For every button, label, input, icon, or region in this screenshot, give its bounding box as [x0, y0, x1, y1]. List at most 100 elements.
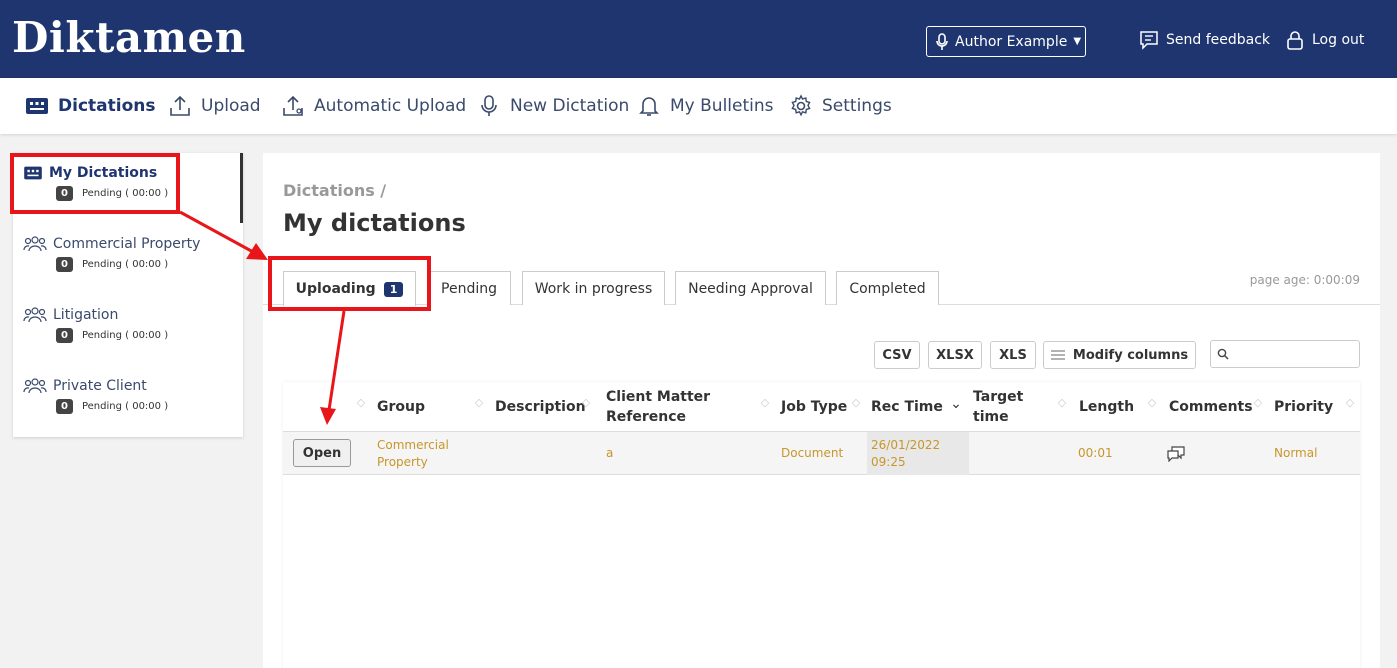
cell-length: 00:01	[1078, 446, 1113, 460]
column-header-rec-time[interactable]: Rec Time	[871, 382, 943, 432]
sidebar-item-litigation[interactable]: Litigation 0 Pending ( 00:00 )	[23, 307, 223, 367]
sidebar-item-commercial-property[interactable]: Commercial Property 0 Pending ( 00:00 )	[23, 236, 223, 296]
top-bar: Diktamen Author Example ▼ Send feedback …	[0, 0, 1397, 78]
nav-settings-label: Settings	[822, 96, 892, 116]
search-input[interactable]	[1233, 343, 1355, 365]
nav-automatic-upload-label: Automatic Upload	[314, 96, 467, 116]
nav-upload[interactable]: Upload	[168, 93, 261, 119]
nav-dictations[interactable]: Dictations	[25, 93, 155, 119]
microphone-icon	[481, 95, 497, 116]
sort-icon[interactable]: ◇	[1344, 397, 1356, 416]
sidebar-item-label: Commercial Property	[53, 236, 201, 252]
feedback-icon	[1140, 31, 1158, 50]
pending-text: Pending ( 00:00 )	[81, 259, 169, 270]
column-header-client-matter-reference[interactable]: Client Matter Reference	[606, 382, 756, 432]
export-xls-button[interactable]: XLS	[990, 341, 1036, 369]
sort-icon[interactable]: ◇	[1146, 397, 1158, 416]
open-button[interactable]: Open	[293, 439, 351, 467]
main-nav: Dictations Upload Automatic Upload New D…	[0, 78, 1397, 134]
sidebar-item-private-client[interactable]: Private Client 0 Pending ( 00:00 )	[23, 378, 223, 438]
cell-group: Commercial Property	[377, 437, 449, 469]
app-logo[interactable]: Diktamen	[12, 14, 246, 62]
gear-icon	[791, 94, 811, 117]
upload-icon	[170, 95, 190, 116]
sort-icon[interactable]: ◇	[473, 397, 485, 416]
comments-icon[interactable]	[1167, 445, 1185, 462]
group-icon	[23, 378, 47, 394]
export-xlsx-button[interactable]: XLSX	[928, 341, 982, 369]
column-header-target-time[interactable]: Target time	[973, 382, 1043, 432]
column-header-job-type[interactable]: Job Type	[781, 382, 847, 432]
count-badge: 0	[56, 257, 73, 272]
nav-new-dictation-label: New Dictation	[510, 96, 630, 116]
page-age-text: page age: 0:00:09	[1249, 273, 1360, 287]
column-header-priority[interactable]: Priority	[1274, 382, 1333, 432]
cell-client-matter-reference: a	[606, 446, 614, 460]
count-badge: 0	[56, 399, 73, 414]
tab-label: Work in progress	[534, 280, 653, 297]
lock-icon	[1287, 31, 1303, 50]
tab-label: Needing Approval	[688, 280, 813, 297]
caret-down-icon: ▼	[1073, 36, 1082, 47]
microphone-icon	[936, 32, 948, 50]
sort-icon[interactable]: ◇	[355, 397, 367, 416]
logout-label: Log out	[1312, 32, 1365, 48]
dictations-icon	[26, 98, 48, 114]
cell-priority: Normal	[1274, 446, 1318, 460]
modify-columns-button[interactable]: Modify columns	[1043, 341, 1196, 369]
cell-rec-time: 26/01/2022 09:25	[871, 437, 941, 469]
highlight-box-uploading-tab	[268, 256, 431, 311]
nav-my-bulletins-label: My Bulletins	[670, 96, 774, 116]
sort-icon[interactable]: ◇	[759, 397, 771, 416]
sidebar-scrollbar[interactable]	[240, 153, 243, 223]
logout-link[interactable]: Log out	[1285, 30, 1364, 50]
nav-dictations-label: Dictations	[58, 96, 156, 116]
main-panel: Dictations / My dictations page age: 0:0…	[263, 153, 1380, 668]
nav-automatic-upload[interactable]: Automatic Upload	[281, 93, 466, 119]
column-header-group[interactable]: Group	[377, 382, 425, 432]
nav-new-dictation[interactable]: New Dictation	[477, 93, 629, 119]
cell-comments[interactable]	[1167, 432, 1185, 475]
table-search[interactable]	[1210, 340, 1360, 368]
modify-columns-label: Modify columns	[1072, 347, 1189, 363]
author-label: Author Example	[955, 33, 1068, 50]
automatic-upload-icon	[283, 95, 303, 116]
pending-text: Pending ( 00:00 )	[81, 330, 169, 341]
tab-label: Completed	[849, 280, 926, 297]
nav-settings[interactable]: Settings	[789, 93, 892, 119]
send-feedback-link[interactable]: Send feedback	[1139, 30, 1270, 50]
column-header-description[interactable]: Description	[495, 382, 586, 432]
column-header-length[interactable]: Length	[1079, 382, 1134, 432]
nav-my-bulletins[interactable]: My Bulletins	[637, 93, 774, 119]
sidebar-item-label: Private Client	[53, 378, 147, 394]
sort-descending-icon[interactable]: ⌄	[950, 397, 962, 418]
sort-icon[interactable]: ◇	[580, 397, 592, 416]
table-row[interactable]: Open Commercial Property a Document 26/0…	[283, 432, 1360, 475]
sidebar-item-label: Litigation	[53, 307, 119, 323]
group-icon	[23, 307, 47, 323]
page-title: My dictations	[283, 209, 466, 237]
tab-pending[interactable]: Pending	[427, 271, 511, 305]
sort-icon[interactable]: ◇	[1252, 397, 1264, 416]
sort-icon[interactable]: ◇	[850, 397, 862, 416]
tab-work-in-progress[interactable]: Work in progress	[522, 271, 665, 305]
export-csv-button[interactable]: CSV	[874, 341, 920, 369]
tab-label: Pending	[441, 280, 497, 297]
send-feedback-label: Send feedback	[1166, 32, 1271, 48]
column-header-comments[interactable]: Comments	[1169, 382, 1253, 432]
search-icon	[1217, 348, 1229, 360]
cell-job-type: Document	[781, 446, 844, 460]
nav-upload-label: Upload	[201, 96, 261, 116]
group-icon	[23, 236, 47, 252]
dictations-table: ◇ Group ◇ Description ◇ Client Matter Re…	[283, 382, 1360, 668]
tab-needing-approval[interactable]: Needing Approval	[675, 271, 826, 305]
tab-completed[interactable]: Completed	[836, 271, 939, 305]
sort-icon[interactable]: ◇	[1056, 397, 1068, 416]
bell-icon	[639, 97, 659, 116]
count-badge: 0	[56, 328, 73, 343]
highlight-box-my-dictations	[10, 153, 180, 214]
breadcrumb[interactable]: Dictations /	[283, 181, 386, 200]
table-header: ◇ Group ◇ Description ◇ Client Matter Re…	[283, 382, 1360, 432]
menu-lines-icon	[1050, 350, 1065, 360]
author-dropdown[interactable]: Author Example ▼	[926, 26, 1086, 57]
